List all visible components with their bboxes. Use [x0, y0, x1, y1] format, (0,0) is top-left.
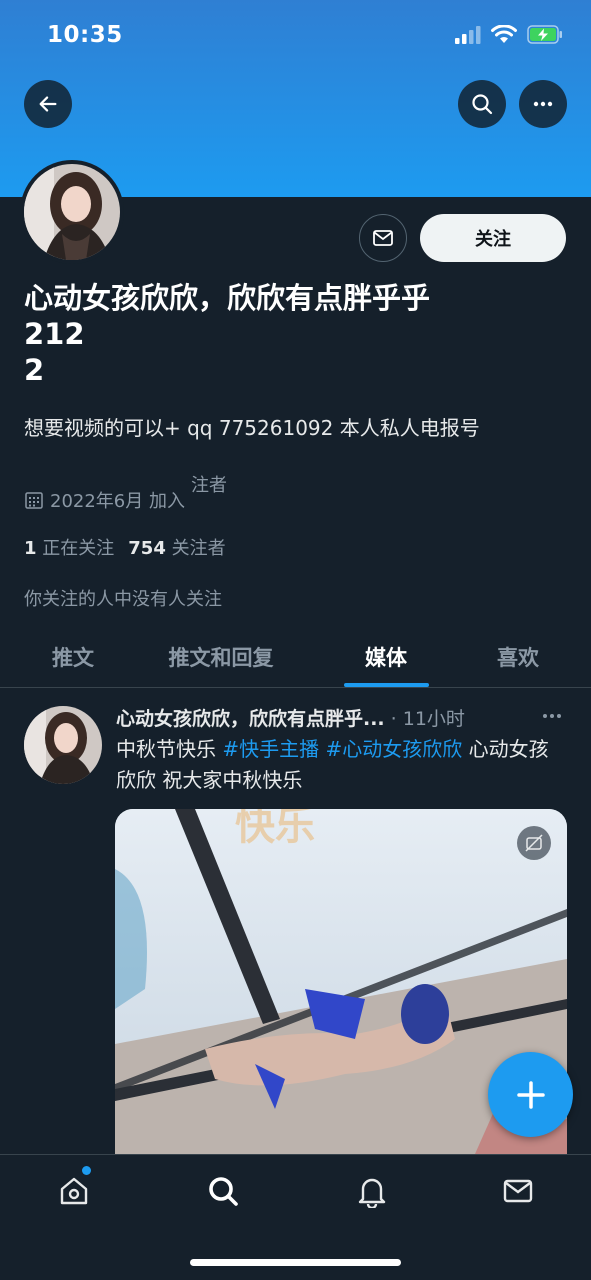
avatar-image [24, 164, 120, 260]
tweet-text-part: 中秋节快乐 [116, 737, 223, 761]
tweet-avatar-image [24, 706, 102, 784]
following-label: 正在关注 [42, 538, 115, 559]
mail-icon [373, 230, 393, 246]
status-bar: 10:35 [0, 0, 591, 70]
more-button[interactable] [519, 80, 567, 128]
more-icon [533, 101, 553, 107]
tweet-header: 心动女孩欣欣，欣欣有点胖乎... · 11小时 [116, 704, 465, 731]
nav-search[interactable] [203, 1171, 243, 1211]
hashtag-link[interactable]: #快手主播 [222, 737, 319, 761]
followers-count: 754 [128, 538, 166, 559]
caption-off-icon [525, 834, 543, 852]
joined-date: 2022年6月 加入 [24, 487, 185, 513]
compose-button[interactable] [488, 1052, 573, 1137]
home-notification-dot [82, 1166, 91, 1175]
envelope-icon [503, 1179, 533, 1203]
tab-likes[interactable]: 喜欢 [445, 626, 591, 688]
compose-plus-icon [516, 1080, 545, 1109]
back-button[interactable] [24, 80, 72, 128]
profile-tabs: 推文 推文和回复 媒体 喜欢 [0, 626, 591, 688]
media-caption: 快乐 [235, 809, 315, 849]
hashtag-link[interactable]: #心动女孩欣欣 [325, 737, 462, 761]
tweet-author-name[interactable]: 心动女孩欣欣，欣欣有点胖乎... [116, 704, 385, 731]
followers-link[interactable]: 754 关注者 [128, 534, 225, 560]
home-icon [60, 1177, 88, 1205]
follow-button[interactable]: 关注 [420, 214, 566, 262]
tab-tweets-replies[interactable]: 推文和回复 [146, 626, 296, 688]
back-arrow-icon [39, 96, 57, 112]
tab-tweets[interactable]: 推文 [0, 626, 146, 688]
search-button[interactable] [458, 80, 506, 128]
following-link[interactable]: 1 正在关注 [24, 534, 114, 560]
wifi-icon [491, 25, 517, 43]
active-tab-indicator [344, 683, 429, 687]
nav-home[interactable] [54, 1171, 94, 1211]
joined-overlay-text: 注者 [191, 475, 227, 496]
tweet-timestamp[interactable]: · 11小时 [391, 704, 465, 731]
search-icon [472, 94, 493, 115]
more-icon [543, 714, 561, 718]
display-name-line-2: 212 [24, 317, 85, 351]
message-button[interactable] [359, 214, 407, 262]
display-name: 心动女孩欣欣，欣欣有点胖乎乎 212 2 [24, 280, 524, 388]
tweet-text: 中秋节快乐 #快手主播 #心动女孩欣欣 心动女孩欣欣 祝大家中秋快乐 [116, 734, 566, 796]
battery-icon [527, 25, 562, 44]
home-indicator [190, 1259, 401, 1266]
nav-messages[interactable] [498, 1171, 538, 1211]
status-icons [455, 25, 563, 44]
media-tag-button[interactable] [517, 826, 551, 860]
display-name-line-3: 2 [24, 353, 45, 387]
calendar-icon [25, 492, 43, 509]
followers-label: 关注者 [171, 538, 226, 559]
display-name-line-1: 心动女孩欣欣，欣欣有点胖乎乎 [24, 281, 431, 315]
tweet-more-button[interactable] [540, 706, 564, 730]
following-count: 1 [24, 538, 37, 559]
profile-bio: 想要视频的可以+ qq 775261092 本人私人电报号 [24, 416, 480, 440]
mutuals-text: 你关注的人中没有人关注 [24, 589, 222, 610]
search-icon [209, 1177, 238, 1206]
signal-icon [455, 25, 481, 44]
nav-notifications[interactable] [352, 1171, 392, 1211]
follow-stats: 1 正在关注 754 关注者 [24, 534, 226, 560]
bell-icon [358, 1178, 386, 1208]
status-time: 10:35 [47, 22, 123, 48]
joined-text: 2022年6月 加入 [50, 491, 185, 512]
profile-avatar[interactable] [20, 160, 124, 264]
tweet-avatar[interactable] [24, 706, 102, 784]
